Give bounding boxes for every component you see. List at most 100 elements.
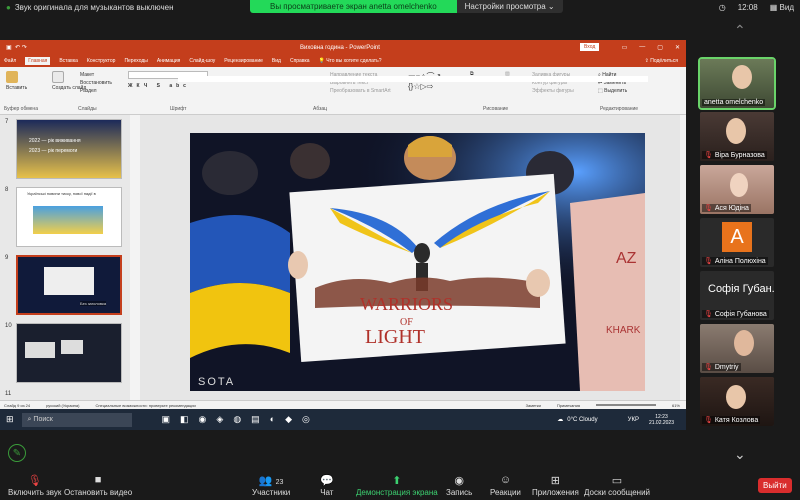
thumb-image (33, 206, 103, 234)
section-button[interactable]: Раздел (80, 87, 112, 95)
weather-text[interactable]: 0°C Cloudy (567, 417, 597, 423)
participant-tile[interactable]: A 🎙 Аліна Полюхіна (700, 218, 774, 267)
participant-tile[interactable]: 🎙 Ася Юдіна (700, 165, 774, 214)
side-text-2: KHARK (606, 325, 641, 336)
apps-button[interactable]: ⊞ Приложения (532, 474, 579, 497)
original-sound-warning[interactable]: ● Звук оригинала для музыкантов выключен (6, 3, 174, 12)
participant-tile[interactable]: Софія Губан... 🎙 Софія Губанова (700, 271, 774, 320)
record-button[interactable]: ◉ Запись (446, 474, 472, 497)
taskbar-clock[interactable]: 12:23 21.02.2023 (649, 414, 674, 426)
keyboard-language[interactable]: УКР (628, 417, 639, 423)
undo-icon[interactable]: ↶ (15, 44, 20, 51)
comments-button[interactable]: Примечания (557, 403, 580, 408)
participant-name: 🎙 Dmytriy (702, 363, 741, 371)
chevron-up-icon[interactable]: ⌃ (734, 22, 746, 39)
layout-button[interactable]: Макет (80, 71, 112, 79)
face (726, 385, 746, 409)
stop-video-button[interactable]: ■ Остановить видео (64, 474, 132, 497)
accessibility-status[interactable]: Специальные возможности: проверьте реком… (95, 403, 195, 408)
maximize-icon[interactable]: ▢ (657, 44, 663, 51)
clock-icon: ◷ (718, 3, 726, 12)
share-icon: ⇪ (644, 58, 649, 64)
thumb-number: 11 (5, 391, 12, 397)
reactions-button[interactable]: ☺ Реакции (490, 474, 521, 497)
redo-icon[interactable]: ↷ (22, 44, 27, 51)
participant-tile[interactable]: anetta omelchenko (698, 57, 776, 110)
slide-thumbnail-9[interactable]: Без заголовка (16, 255, 122, 315)
drawing-group-label: Рисование (483, 106, 509, 112)
unmute-button[interactable]: 🎙 Включить звук (8, 474, 61, 497)
share-ribbon-button[interactable]: ⇪ Подёлиться (645, 58, 678, 64)
share-screen-button[interactable]: ⬆ Демонстрация экрана (356, 474, 438, 497)
tab-home[interactable]: Главная (25, 57, 51, 65)
taskbar-app-icons[interactable]: ▣◧◉◈◍▤◐◆◎ (162, 414, 320, 425)
zoom-slider[interactable] (595, 404, 656, 406)
record-icon: ◉ (454, 475, 464, 487)
weather-icon: ☁ (557, 417, 564, 423)
participant-name: 🎙 Віра Бурназова (702, 151, 767, 159)
view-button[interactable]: ▦ Вид (770, 3, 794, 12)
chevron-down-icon[interactable]: ⌄ (734, 446, 746, 463)
leave-button[interactable]: Выйти (758, 478, 792, 493)
participant-tile[interactable]: 🎙 Катя Козлова (700, 377, 774, 426)
taskbar-date: 21.02.2023 (648, 419, 674, 426)
taskbar-search[interactable]: ⌕ Поиск (21, 412, 132, 427)
notes-button[interactable]: Заметки (526, 403, 541, 408)
avatar-name: Софія Губан... (708, 283, 774, 295)
tab-help[interactable]: Справка (290, 58, 310, 64)
chat-label: Чат (320, 488, 334, 497)
tab-review[interactable]: Рецензирование (224, 58, 263, 64)
reset-button[interactable]: Восстановить (80, 79, 112, 87)
face (730, 173, 748, 197)
close-icon[interactable]: ✕ (675, 44, 680, 51)
video-camera-icon: ■ (94, 474, 102, 486)
windows-start-icon[interactable]: ⊞ (6, 414, 14, 425)
shape-effects-button[interactable]: Эффекты фигуры (532, 87, 574, 95)
chevron-down-icon: ⌄ (547, 2, 555, 11)
slide-thumbnail-10[interactable] (16, 323, 122, 383)
whiteboards-button[interactable]: ▭ Доски сообщений (584, 474, 650, 497)
paste-button[interactable]: Вставить (6, 71, 27, 91)
slide-thumbnail-8[interactable]: Українські новини тиску, нової надії в (16, 187, 122, 247)
lightbulb-icon: 💡 (318, 58, 325, 64)
smartart-button[interactable]: Преобразовать в SmartArt (330, 87, 391, 95)
share-banner: Вы просматриваете экран anetta omelchenk… (250, 0, 563, 13)
tab-transitions[interactable]: Переходы (124, 58, 147, 64)
font-format-buttons[interactable]: ЖКЧ S abc (128, 83, 190, 89)
document-title: Виховна година - PowerPoint (300, 44, 380, 51)
view-options-label: Настройки просмотра (464, 2, 546, 11)
tab-slideshow[interactable]: Слайд-шоу (189, 58, 215, 64)
mic-muted-icon: 🎙 (704, 205, 713, 212)
tab-insert[interactable]: Вставка (59, 58, 78, 64)
participant-tile[interactable]: 🎙 Віра Бурназова (700, 112, 774, 161)
participant-name-text: Катя Козлова (714, 417, 759, 424)
whiteboards-label: Доски сообщений (584, 488, 651, 497)
view-options-button[interactable]: Настройки просмотра ⌄ (456, 0, 563, 13)
tab-file[interactable]: Файл (4, 58, 16, 64)
participant-name: 🎙 Аліна Полюхіна (702, 257, 768, 265)
slide-thumbnail-7[interactable]: 2022 — рік виживання 2023 — рік перемоги (16, 119, 122, 179)
save-icon[interactable]: ▣ (6, 44, 12, 51)
select-button[interactable]: ⬚ Выделить (598, 87, 627, 95)
signin-button[interactable]: Вход (580, 43, 600, 51)
reactions-icon: ☺ (499, 474, 512, 486)
current-slide[interactable]: WARRIORS OF LIGHT AZ KHARK SOTA (190, 133, 645, 391)
side-text: AZ (616, 250, 637, 267)
windows-taskbar: ⊞ ⌕ Поиск ▣◧◉◈◍▤◐◆◎ ☁ 0°C Cloudy УКР 12:… (0, 409, 686, 430)
tell-me-search[interactable]: 💡 Что вы хотите сделать? (319, 58, 382, 64)
ribbon-tabs: Файл Главная Вставка Конструктор Переход… (0, 55, 686, 67)
language-status[interactable]: русский (Украина) (46, 403, 79, 408)
minimize-icon[interactable]: — (639, 44, 645, 51)
select-icon: ⬚ (598, 88, 603, 94)
tab-design[interactable]: Конструктор (87, 58, 116, 64)
meeting-info-icon[interactable]: ✎ (8, 444, 26, 462)
participants-button[interactable]: 👥 23 Участники (252, 474, 290, 497)
taskbar-search-label: Поиск (33, 416, 53, 423)
tab-animations[interactable]: Анимация (157, 58, 180, 64)
chat-button[interactable]: 💬 Чат (320, 474, 334, 497)
zoom-level[interactable]: 61% (672, 403, 680, 408)
meeting-time: 12:08 (737, 3, 758, 12)
participant-tile[interactable]: 🎙 Dmytriy (700, 324, 774, 373)
tab-view[interactable]: Вид (272, 58, 281, 64)
ribbon-display-icon[interactable]: ▭ (622, 44, 628, 51)
